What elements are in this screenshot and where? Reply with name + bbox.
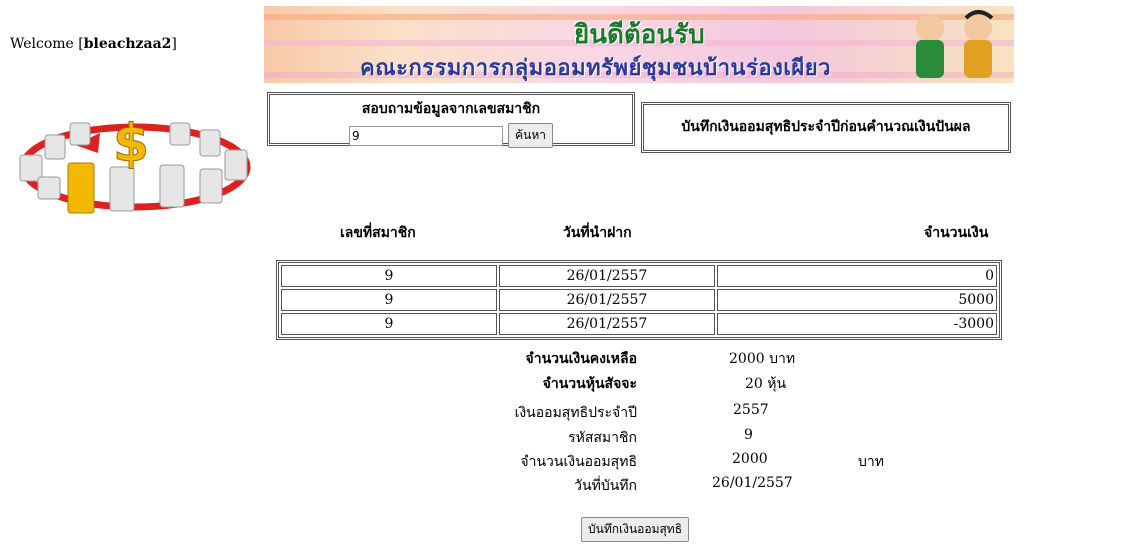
member-number-input[interactable] xyxy=(349,125,503,146)
net-amount-value: 2000 xyxy=(732,451,768,467)
username: bleachzaa2 xyxy=(83,36,172,52)
cell-date: 26/01/2557 xyxy=(499,289,715,311)
shares-value: 20 หุ้น xyxy=(745,376,787,392)
member-id-value: 9 xyxy=(744,427,753,443)
banner-title: ยินดีต้อนรับ xyxy=(574,20,705,50)
header-deposit-date: วันที่นำฝาก xyxy=(563,225,632,241)
deposit-table: 9 26/01/2557 0 9 26/01/2557 5000 9 26/01… xyxy=(276,260,1002,340)
shares-label: จำนวนหุ้นสัจจะ xyxy=(542,376,637,392)
cell-member: 9 xyxy=(281,313,497,335)
cell-amount: -3000 xyxy=(717,313,997,335)
welcome-prefix: Welcome [ xyxy=(10,36,84,52)
banner-subtitle: คณะกรรมการกลุ่มออมทรัพย์ชุมชนบ้านร่องเผี… xyxy=(360,56,832,81)
search-label: สอบถามข้อมูลจากเลขสมาชิก xyxy=(361,101,541,117)
net-year-value: 2557 xyxy=(733,402,769,418)
welcome-suffix: ] xyxy=(171,36,177,52)
header-member-number: เลขที่สมาชิก xyxy=(340,225,416,241)
table-row: 9 26/01/2557 -3000 xyxy=(281,313,997,335)
record-date-value: 26/01/2557 xyxy=(712,475,793,491)
save-net-savings-button[interactable]: บันทึกเงินออมสุทธิ xyxy=(581,517,690,542)
welcome-text: Welcome [bleachzaa2] xyxy=(10,36,177,52)
net-year-label: เงินออมสุทธิประจำปี xyxy=(514,405,637,421)
cartoon-couple-image xyxy=(916,10,994,78)
banner: ยินดีต้อนรับ คณะกรรมการกลุ่มออมทรัพย์ชุม… xyxy=(264,6,1014,83)
cell-date: 26/01/2557 xyxy=(499,313,715,335)
table-row: 9 26/01/2557 5000 xyxy=(281,289,997,311)
net-amount-unit: บาท xyxy=(858,454,884,470)
header-amount: จำนวนเงิน xyxy=(924,225,989,241)
balance-label: จำนวนเงินคงเหลือ xyxy=(525,351,637,367)
cell-amount: 5000 xyxy=(717,289,997,311)
cell-date: 26/01/2557 xyxy=(499,265,715,287)
coins-logo: $ xyxy=(19,114,251,214)
cell-member: 9 xyxy=(281,265,497,287)
member-search-panel: สอบถามข้อมูลจากเลขสมาชิก ค้นหา xyxy=(267,92,635,148)
member-id-label: รหัสสมาชิก xyxy=(568,430,637,446)
svg-text:$: $ xyxy=(113,114,149,174)
net-amount-label: จำนวนเงินออมสุทธิ xyxy=(520,454,637,470)
table-row: 9 26/01/2557 0 xyxy=(281,265,997,287)
balance-value: 2000 บาท xyxy=(729,351,796,367)
search-button[interactable]: ค้นหา xyxy=(508,123,553,148)
cell-member: 9 xyxy=(281,289,497,311)
record-title: บันทึกเงินออมสุทธิประจำปีก่อนคำนวณเงินปั… xyxy=(641,102,1011,153)
record-date-label: วันที่บันทึก xyxy=(574,478,637,494)
cell-amount: 0 xyxy=(717,265,997,287)
